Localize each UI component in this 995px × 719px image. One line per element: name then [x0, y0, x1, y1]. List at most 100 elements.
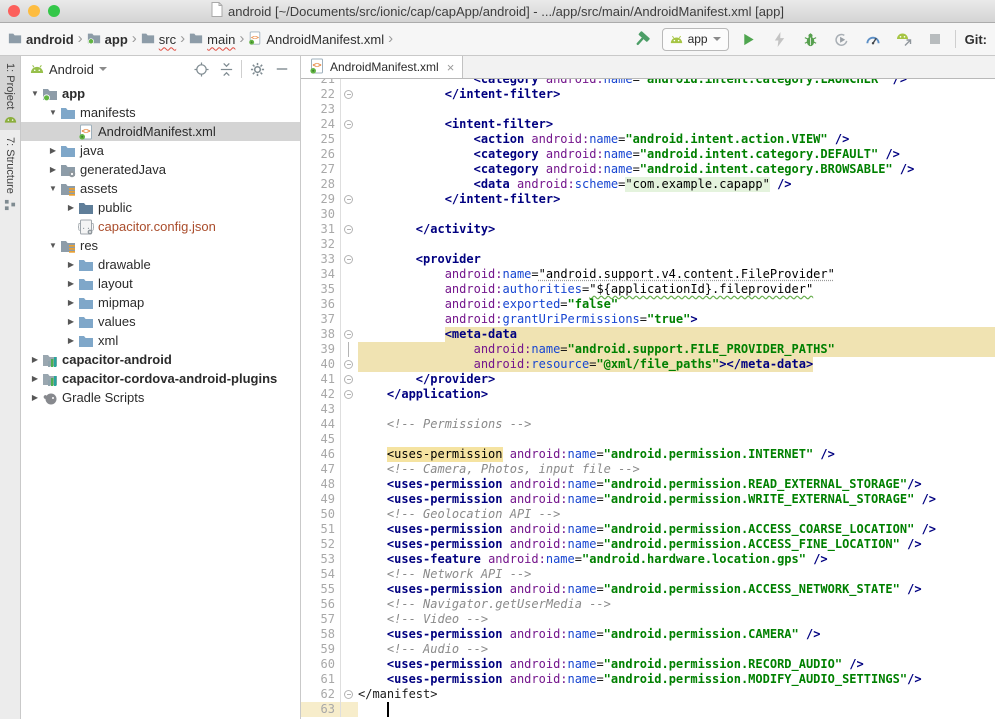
tree-item-manifests[interactable]: ▼manifests	[21, 103, 300, 122]
code-line-44[interactable]: 44 <!-- Permissions -->	[301, 417, 995, 432]
tree-item-public[interactable]: ▶public	[21, 198, 300, 217]
stop-icon[interactable]	[924, 28, 946, 50]
breadcrumb-app[interactable]: app	[87, 31, 128, 48]
apply-changes-icon[interactable]	[769, 28, 791, 50]
expand-arrow-icon[interactable]: ▶	[65, 317, 77, 326]
attach-debugger-icon[interactable]	[893, 28, 915, 50]
tree-item-capacitor-android[interactable]: ▶capacitor-android	[21, 350, 300, 369]
code-line-24[interactable]: 24 <intent-filter>	[301, 117, 995, 132]
code-line-51[interactable]: 51 <uses-permission android:name="androi…	[301, 522, 995, 537]
profiler-icon[interactable]	[862, 28, 884, 50]
code-line-43[interactable]: 43	[301, 402, 995, 417]
fold-marker-icon[interactable]	[341, 252, 358, 267]
expand-arrow-icon[interactable]: ▶	[65, 260, 77, 269]
code-line-33[interactable]: 33 <provider	[301, 252, 995, 267]
code-line-50[interactable]: 50 <!-- Geolocation API -->	[301, 507, 995, 522]
tree-item-assets[interactable]: ▼assets	[21, 179, 300, 198]
expand-arrow-icon[interactable]: ▼	[47, 184, 59, 193]
breadcrumb-src[interactable]: src	[141, 31, 176, 48]
code-line-58[interactable]: 58 <uses-permission android:name="androi…	[301, 627, 995, 642]
fold-marker-icon[interactable]	[341, 117, 358, 132]
fold-marker-icon[interactable]	[341, 387, 358, 402]
expand-arrow-icon[interactable]: ▶	[29, 355, 41, 364]
code-line-42[interactable]: 42 </application>	[301, 387, 995, 402]
tree-item-values[interactable]: ▶values	[21, 312, 300, 331]
code-line-38[interactable]: 38 <meta-data	[301, 327, 995, 342]
expand-arrow-icon[interactable]: ▶	[29, 374, 41, 383]
hide-panel-icon[interactable]	[272, 59, 292, 79]
fold-marker-icon[interactable]	[341, 222, 358, 237]
code-line-36[interactable]: 36 android:exported="false"	[301, 297, 995, 312]
code-line-29[interactable]: 29 </intent-filter>	[301, 192, 995, 207]
coverage-icon[interactable]	[831, 28, 853, 50]
fold-marker-icon[interactable]	[341, 357, 358, 372]
tool-window-tab-structure[interactable]: 7: Structure	[0, 130, 20, 217]
code-editor[interactable]: 21 <category android:name="android.inten…	[301, 79, 995, 719]
code-line-57[interactable]: 57 <!-- Video -->	[301, 612, 995, 627]
editor-tab-androidmanifest[interactable]: <> AndroidManifest.xml ×	[301, 56, 463, 78]
expand-arrow-icon[interactable]: ▶	[29, 393, 41, 402]
build-hammer-icon[interactable]	[631, 28, 653, 50]
expand-arrow-icon[interactable]: ▼	[29, 89, 41, 98]
close-window-button[interactable]	[8, 5, 20, 17]
zoom-window-button[interactable]	[48, 5, 60, 17]
tree-item-java[interactable]: ▶java	[21, 141, 300, 160]
code-line-25[interactable]: 25 <action android:name="android.intent.…	[301, 132, 995, 147]
code-line-49[interactable]: 49 <uses-permission android:name="androi…	[301, 492, 995, 507]
code-line-35[interactable]: 35 android:authorities="${applicationId}…	[301, 282, 995, 297]
tree-item-layout[interactable]: ▶layout	[21, 274, 300, 293]
code-line-21[interactable]: 21 <category android:name="android.inten…	[301, 79, 995, 87]
code-line-60[interactable]: 60 <uses-permission android:name="androi…	[301, 657, 995, 672]
tree-item-androidmanifest-xml[interactable]: <>AndroidManifest.xml	[21, 122, 300, 141]
breadcrumb-main[interactable]: main	[189, 31, 235, 48]
tool-window-tab-project[interactable]: 1: Project	[0, 56, 20, 130]
expand-arrow-icon[interactable]: ▶	[47, 146, 59, 155]
run-configuration-select[interactable]: app	[662, 28, 729, 51]
project-view-selector[interactable]: Android	[49, 62, 94, 77]
tree-item-drawable[interactable]: ▶drawable	[21, 255, 300, 274]
code-line-31[interactable]: 31 </activity>	[301, 222, 995, 237]
code-line-28[interactable]: 28 <data android:scheme="com.example.cap…	[301, 177, 995, 192]
settings-gear-icon[interactable]	[247, 59, 267, 79]
code-line-37[interactable]: 37 android:grantUriPermissions="true">	[301, 312, 995, 327]
code-line-22[interactable]: 22 </intent-filter>	[301, 87, 995, 102]
code-line-30[interactable]: 30	[301, 207, 995, 222]
breadcrumb-android[interactable]: android	[8, 31, 74, 48]
code-line-23[interactable]: 23	[301, 102, 995, 117]
code-line-54[interactable]: 54 <!-- Network API -->	[301, 567, 995, 582]
code-line-41[interactable]: 41 </provider>	[301, 372, 995, 387]
breadcrumb-androidmanifest-xml[interactable]: <>AndroidManifest.xml	[248, 31, 384, 48]
fold-marker-icon[interactable]	[341, 372, 358, 387]
git-branch-label[interactable]: Git:	[965, 32, 987, 47]
fold-marker-icon[interactable]	[341, 687, 358, 702]
close-tab-icon[interactable]: ×	[447, 60, 455, 75]
code-line-34[interactable]: 34 android:name="android.support.v4.cont…	[301, 267, 995, 282]
code-line-55[interactable]: 55 <uses-permission android:name="androi…	[301, 582, 995, 597]
tree-item-generatedjava[interactable]: ▶generatedJava	[21, 160, 300, 179]
expand-arrow-icon[interactable]: ▼	[47, 241, 59, 250]
code-line-59[interactable]: 59 <!-- Audio -->	[301, 642, 995, 657]
fold-marker-icon[interactable]	[341, 327, 358, 342]
code-line-52[interactable]: 52 <uses-permission android:name="androi…	[301, 537, 995, 552]
expand-arrow-icon[interactable]: ▼	[47, 108, 59, 117]
tree-item-xml[interactable]: ▶xml	[21, 331, 300, 350]
tree-item-gradle-scripts[interactable]: ▶Gradle Scripts	[21, 388, 300, 407]
collapse-all-icon[interactable]	[216, 59, 236, 79]
code-line-26[interactable]: 26 <category android:name="android.inten…	[301, 147, 995, 162]
expand-arrow-icon[interactable]: ▶	[65, 298, 77, 307]
code-line-45[interactable]: 45	[301, 432, 995, 447]
code-line-40[interactable]: 40 android:resource="@xml/file_paths"></…	[301, 357, 995, 372]
code-line-53[interactable]: 53 <uses-feature android:name="android.h…	[301, 552, 995, 567]
code-line-62[interactable]: 62</manifest>	[301, 687, 995, 702]
tree-item-capacitor-cordova-android-plugins[interactable]: ▶capacitor-cordova-android-plugins	[21, 369, 300, 388]
tree-item-mipmap[interactable]: ▶mipmap	[21, 293, 300, 312]
code-line-63[interactable]: 63	[301, 702, 995, 717]
fold-marker-icon[interactable]	[341, 192, 358, 207]
code-line-61[interactable]: 61 <uses-permission android:name="androi…	[301, 672, 995, 687]
code-line-46[interactable]: 46 <uses-permission android:name="androi…	[301, 447, 995, 462]
code-line-56[interactable]: 56 <!-- Navigator.getUserMedia -->	[301, 597, 995, 612]
expand-arrow-icon[interactable]: ▶	[65, 279, 77, 288]
code-line-27[interactable]: 27 <category android:name="android.inten…	[301, 162, 995, 177]
tree-item-res[interactable]: ▼res	[21, 236, 300, 255]
fold-marker-icon[interactable]	[341, 87, 358, 102]
